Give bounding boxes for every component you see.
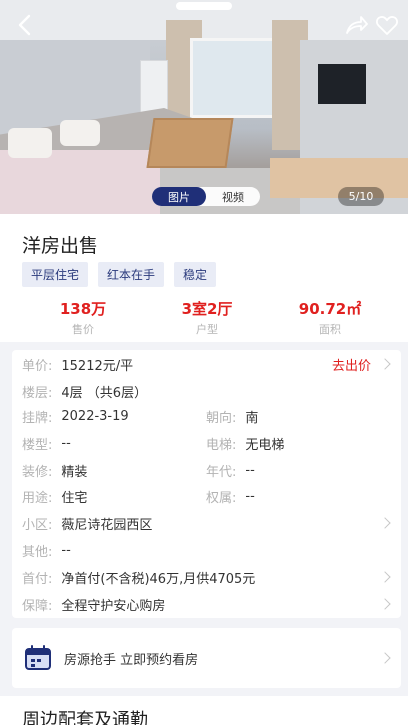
- stat-layout: 3室2厅 户型: [152, 298, 262, 337]
- row-label: 保障:: [22, 598, 53, 614]
- row-label: 年代:: [206, 464, 237, 480]
- book-viewing-banner[interactable]: 房源抢手 立即预约看房: [12, 628, 401, 688]
- photo-cushion: [60, 120, 100, 146]
- chevron-right-icon: [379, 571, 391, 583]
- year-value: --: [245, 462, 255, 478]
- surroundings-section: 周边配套及通勤: [0, 696, 408, 725]
- usage-value: 住宅: [61, 490, 88, 506]
- photo-cushion: [8, 128, 52, 158]
- tab-photos[interactable]: 图片: [152, 187, 206, 206]
- row-label: 小区:: [22, 517, 53, 533]
- down-payment-row[interactable]: 首付: 净首付(不含税)46万,月供4705元: [22, 568, 256, 587]
- chevron-right-icon: [379, 652, 391, 664]
- ownership-row: 权属: --: [206, 487, 255, 506]
- ownership-value: --: [245, 488, 255, 504]
- unit-price-value: 15212元/平: [61, 358, 134, 374]
- other-row: 其他: --: [22, 541, 71, 560]
- make-offer-button[interactable]: 去出价: [332, 355, 371, 374]
- details-card: 单价: 15212元/平 去出价 楼层: 4层 （共6层） 挂牌: 2022-3…: [12, 350, 401, 618]
- stat-label: 售价: [72, 323, 94, 336]
- row-label: 其他:: [22, 544, 53, 560]
- tab-video[interactable]: 视频: [206, 187, 260, 206]
- tag-list: 平层住宅 红本在手 稳定: [22, 262, 217, 287]
- listed-row: 挂牌: 2022-3-19: [22, 407, 129, 426]
- tag: 平层住宅: [22, 262, 89, 287]
- building-type-row: 楼型: --: [22, 434, 71, 453]
- row-label: 挂牌:: [22, 410, 53, 426]
- photo-ceiling-light: [176, 2, 232, 10]
- book-viewing-text: 房源抢手 立即预约看房: [64, 653, 199, 668]
- stat-price: 138万 售价: [28, 298, 138, 337]
- photo-tv: [318, 64, 366, 104]
- floor-row: 楼层: 4层 （共6层）: [22, 382, 148, 401]
- row-label: 单价:: [22, 358, 53, 374]
- orientation-row: 朝向: 南: [206, 407, 259, 426]
- community-row[interactable]: 小区: 薇尼诗花园西区: [22, 514, 153, 533]
- row-label: 用途:: [22, 490, 53, 506]
- listed-value: 2022-3-19: [61, 408, 129, 424]
- chevron-right-icon: [379, 517, 391, 529]
- row-label: 电梯:: [206, 437, 237, 453]
- heart-icon[interactable]: [375, 14, 399, 36]
- elevator-value: 无电梯: [245, 437, 285, 453]
- stat-label: 面积: [319, 323, 341, 336]
- row-label: 首付:: [22, 571, 53, 587]
- down-payment-value: 净首付(不含税)46万,月供4705元: [61, 571, 256, 587]
- other-value: --: [61, 542, 71, 558]
- unit-price-row: 单价: 15212元/平: [22, 355, 134, 374]
- elevator-row: 电梯: 无电梯: [206, 434, 285, 453]
- photo-sofa-seat: [0, 150, 160, 214]
- listing-photo[interactable]: 图片 视频 5/10: [0, 0, 408, 214]
- tag: 稳定: [174, 262, 217, 287]
- building-type-value: --: [61, 435, 71, 451]
- year-row: 年代: --: [206, 461, 255, 480]
- row-label: 楼层:: [22, 385, 53, 401]
- floor-value: 4层 （共6层）: [61, 385, 148, 401]
- orientation-value: 南: [245, 410, 259, 426]
- guarantee-value: 全程守护安心购房: [61, 598, 166, 614]
- community-value: 薇尼诗花园西区: [61, 517, 153, 533]
- decoration-row: 装修: 精装: [22, 461, 88, 480]
- stat-value: 90.72㎡: [298, 300, 362, 318]
- row-label: 权属:: [206, 490, 237, 506]
- share-icon[interactable]: [344, 14, 368, 36]
- row-label: 朝向:: [206, 410, 237, 426]
- chevron-left-icon[interactable]: [14, 12, 38, 38]
- stat-value: 3室2厅: [181, 300, 233, 318]
- usage-row: 用途: 住宅: [22, 487, 88, 506]
- stat-label: 户型: [196, 323, 218, 336]
- row-label: 楼型:: [22, 437, 53, 453]
- decoration-value: 精装: [61, 464, 88, 480]
- tag: 红本在手: [98, 262, 165, 287]
- calendar-icon: [25, 645, 51, 670]
- photo-coffee-table: [146, 118, 234, 168]
- chevron-right-icon: [379, 358, 391, 370]
- stat-value: 138万: [59, 300, 107, 318]
- listing-title: 洋房出售: [22, 235, 99, 257]
- guarantee-row[interactable]: 保障: 全程守护安心购房: [22, 595, 166, 614]
- photo-counter: 5/10: [338, 187, 384, 206]
- listing-summary-card: 洋房出售 平层住宅 红本在手 稳定 138万 售价 3室2厅 户型 90.72㎡…: [0, 214, 408, 342]
- media-toggle: 图片 视频: [152, 187, 260, 206]
- row-label: 装修:: [22, 464, 53, 480]
- chevron-right-icon: [379, 598, 391, 610]
- section-title: 周边配套及通勤: [22, 710, 148, 725]
- photo-window: [190, 38, 280, 118]
- stat-area: 90.72㎡ 面积: [275, 298, 385, 337]
